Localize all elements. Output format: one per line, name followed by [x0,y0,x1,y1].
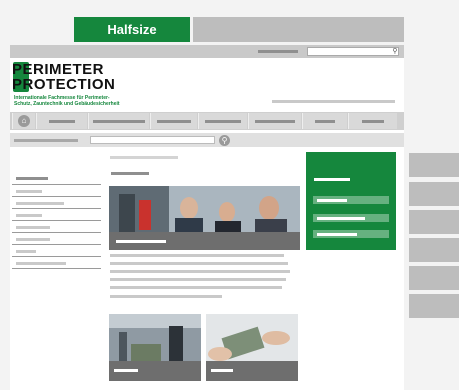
nav-item-5[interactable] [248,113,301,129]
content-breadcrumb[interactable] [110,156,178,159]
nav-item-6[interactable] [302,113,347,129]
nav-item-1[interactable] [36,113,87,129]
ad-box[interactable] [409,153,459,177]
search-icon[interactable]: ⚲ [219,135,230,146]
top-search-input[interactable] [307,47,399,56]
ad-box[interactable] [409,266,459,290]
ad-box[interactable] [409,294,459,318]
nav-item-2[interactable] [88,113,149,129]
text-line [110,270,290,273]
text-line [110,278,286,281]
promo-link-3[interactable] [313,230,389,238]
ad-box[interactable] [409,210,459,234]
breadcrumb[interactable] [14,139,78,142]
hero-caption-text [116,240,166,243]
sidebar-divider [12,232,101,233]
sidebar-item[interactable] [16,250,36,253]
nav-home[interactable]: ⌂ [12,113,35,129]
sidebar-item[interactable] [16,226,50,229]
sidebar-item[interactable] [16,262,66,265]
promo-heading [314,178,350,181]
nav-item-3[interactable] [150,113,197,129]
sidebar-item[interactable] [16,190,42,193]
tab-halfsize[interactable]: Halfsize [74,17,190,42]
text-line [110,295,222,298]
sidebar-divider [12,268,101,269]
sidebar-divider [12,256,101,257]
utility-link[interactable] [258,50,298,53]
logo-tagline: Internationale Fachmesse für Perimeter-S… [14,95,120,107]
search-input[interactable] [90,136,215,144]
sidebar-item[interactable] [16,238,50,241]
home-icon: ⌂ [18,115,30,127]
teaser-caption-1-text [114,369,138,372]
teaser-caption-2-text [211,369,233,372]
logo-line2: PROTECTION [12,76,116,93]
text-line [110,286,282,289]
sidebar-divider [12,244,101,245]
sidebar-divider [12,220,101,221]
nav-item-4[interactable] [198,113,247,129]
sidebar-heading [16,177,48,180]
sidebar-divider [12,184,101,185]
content-heading [111,172,149,175]
ad-box[interactable] [409,238,459,262]
text-line [110,262,288,265]
search-icon[interactable]: ⚲ [391,47,399,56]
tab-fullsize-placeholder[interactable] [193,17,404,42]
promo-link-1[interactable] [313,196,389,204]
sidebar-item[interactable] [16,202,64,205]
promo-link-2[interactable] [313,214,389,222]
text-line [110,254,284,257]
sidebar-divider [12,196,101,197]
sidebar-item[interactable] [16,214,42,217]
ad-box[interactable] [409,182,459,206]
sidebar-divider [12,208,101,209]
header-link-placeholder[interactable] [272,100,395,103]
nav-item-7[interactable] [348,113,397,129]
